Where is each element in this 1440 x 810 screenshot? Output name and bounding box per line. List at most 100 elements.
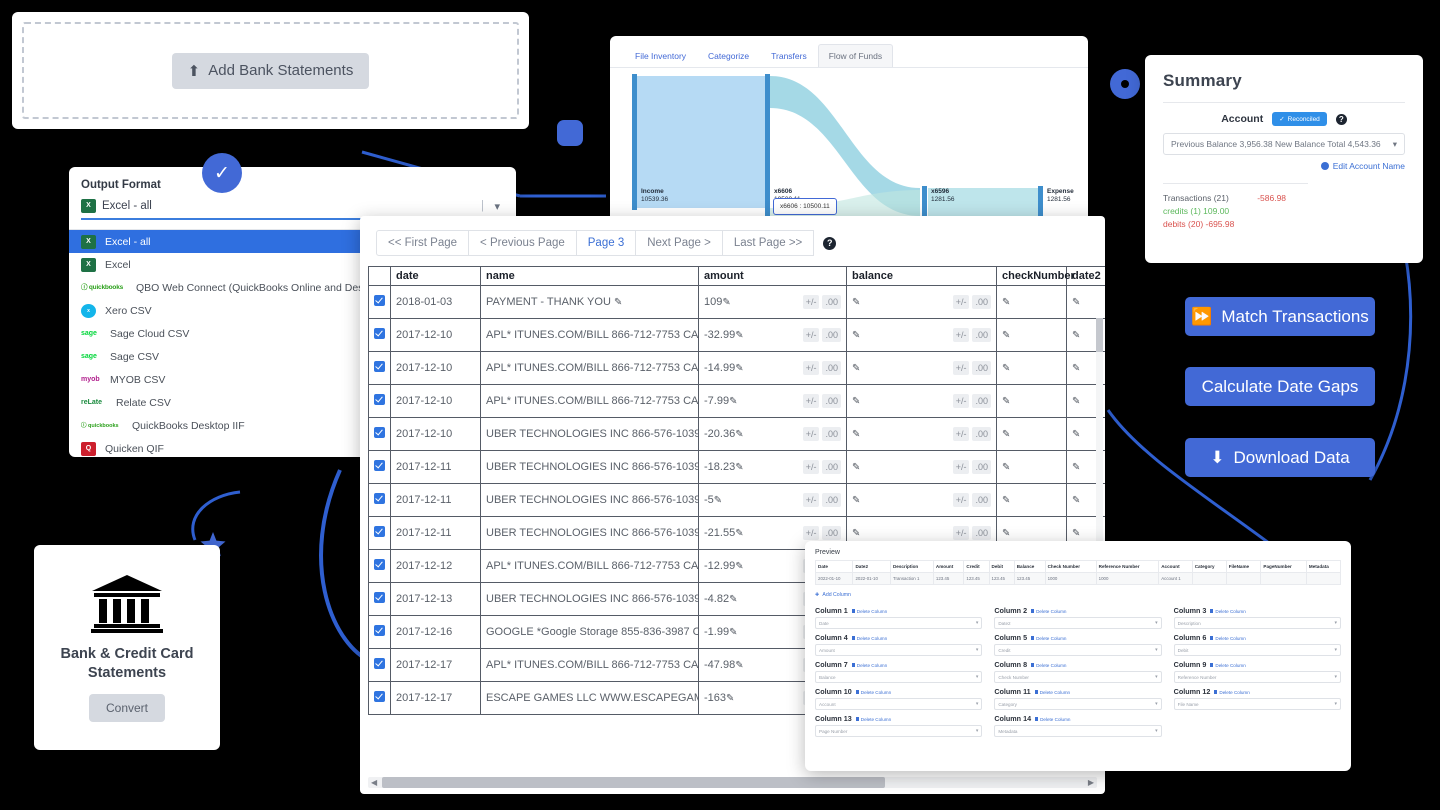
- checkbox-checked-icon[interactable]: [374, 493, 385, 504]
- decimals-button[interactable]: .00: [822, 328, 841, 342]
- edit-icon[interactable]: ✎: [1072, 528, 1080, 539]
- help-icon[interactable]: ?: [823, 236, 837, 250]
- sign-toggle-button[interactable]: +/-: [952, 526, 970, 540]
- delete-column-button[interactable]: Delete Column: [1034, 690, 1070, 695]
- row-checkbox[interactable]: [368, 384, 391, 418]
- current-page-indicator[interactable]: Page 3: [575, 230, 637, 256]
- decimals-button[interactable]: .00: [972, 493, 991, 507]
- row-checkbox[interactable]: [368, 549, 391, 583]
- delete-column-button[interactable]: Delete Column: [1210, 663, 1246, 668]
- delete-column-button[interactable]: Delete Column: [1031, 609, 1066, 614]
- edit-icon[interactable]: ✎: [735, 363, 743, 374]
- sign-toggle-button[interactable]: +/-: [952, 394, 970, 408]
- edit-icon[interactable]: ✎: [735, 528, 743, 539]
- checkbox-checked-icon[interactable]: [374, 328, 385, 339]
- edit-icon[interactable]: ✎: [726, 693, 734, 704]
- delete-column-button[interactable]: Delete Column: [851, 609, 887, 614]
- edit-icon[interactable]: ✎: [852, 429, 860, 440]
- vertical-scroll-thumb[interactable]: [1096, 318, 1103, 352]
- edit-icon[interactable]: ✎: [735, 330, 743, 341]
- delete-column-button[interactable]: Delete Column: [1031, 663, 1066, 668]
- edit-icon[interactable]: ✎: [1002, 462, 1010, 473]
- decimals-button[interactable]: .00: [822, 394, 841, 408]
- delete-column-button[interactable]: Delete Column: [1035, 717, 1070, 722]
- checkbox-checked-icon[interactable]: [374, 394, 385, 405]
- delete-column-button[interactable]: Delete Column: [1210, 609, 1246, 614]
- row-checkbox[interactable]: [368, 615, 391, 649]
- sign-toggle-button[interactable]: +/-: [952, 493, 970, 507]
- column-select[interactable]: File Name ▾: [1173, 698, 1341, 710]
- column-select[interactable]: Amount ▾: [815, 644, 983, 656]
- edit-icon[interactable]: ✎: [1072, 429, 1080, 440]
- bank-statements-card[interactable]: Bank & Credit Card Statements Convert: [34, 545, 220, 750]
- edit-icon[interactable]: ✎: [1072, 363, 1080, 374]
- column-select[interactable]: Account ▾: [815, 698, 983, 710]
- add-bank-statements-button[interactable]: ⬆ Add Bank Statements: [171, 52, 370, 89]
- horizontal-scroll-thumb[interactable]: [382, 777, 885, 788]
- checkbox-checked-icon[interactable]: [374, 658, 385, 669]
- checkbox-checked-icon[interactable]: [374, 691, 385, 702]
- checkbox-checked-icon[interactable]: [374, 295, 385, 306]
- delete-column-button[interactable]: Delete Column: [1031, 636, 1066, 641]
- pagination[interactable]: << First Page < Previous Page Page 3 Nex…: [360, 216, 1105, 266]
- column-select[interactable]: Description ▾: [1173, 617, 1341, 629]
- flow-tab-2[interactable]: Transfers: [760, 44, 818, 67]
- column-select[interactable]: Metadata ▾: [994, 725, 1162, 737]
- first-page-button[interactable]: << First Page: [376, 230, 470, 256]
- edit-icon[interactable]: ✎: [1002, 429, 1010, 440]
- edit-icon[interactable]: ✎: [735, 561, 743, 572]
- upload-dropzone[interactable]: ⬆ Add Bank Statements: [12, 12, 529, 129]
- edit-icon[interactable]: ✎: [852, 297, 860, 308]
- checkbox-checked-icon[interactable]: [374, 559, 385, 570]
- edit-icon[interactable]: ✎: [1072, 462, 1080, 473]
- row-checkbox[interactable]: [368, 318, 391, 352]
- edit-icon[interactable]: ✎: [1002, 330, 1010, 341]
- decimals-button[interactable]: .00: [822, 361, 841, 375]
- calculate-date-gaps-button[interactable]: Calculate Date Gaps: [1185, 367, 1375, 406]
- sign-toggle-button[interactable]: +/-: [952, 328, 970, 342]
- edit-icon[interactable]: ✎: [729, 627, 737, 638]
- checkbox-checked-icon[interactable]: [374, 361, 385, 372]
- flow-tab-0[interactable]: File Inventory: [624, 44, 697, 67]
- sign-toggle-button[interactable]: +/-: [802, 295, 820, 309]
- edit-icon[interactable]: ✎: [614, 297, 622, 308]
- sign-toggle-button[interactable]: +/-: [802, 394, 820, 408]
- flow-tab-3[interactable]: Flow of Funds: [817, 44, 894, 67]
- row-checkbox[interactable]: [368, 417, 391, 451]
- edit-icon[interactable]: ✎: [852, 495, 860, 506]
- last-page-button[interactable]: Last Page >>: [721, 230, 815, 256]
- decimals-button[interactable]: .00: [972, 361, 991, 375]
- sign-toggle-button[interactable]: +/-: [802, 328, 820, 342]
- add-column-button[interactable]: ✚ Add Column: [815, 592, 1341, 598]
- next-page-button[interactable]: Next Page >: [635, 230, 723, 256]
- delete-column-button[interactable]: Delete Column: [855, 690, 891, 695]
- decimals-button[interactable]: .00: [822, 526, 841, 540]
- sign-toggle-button[interactable]: +/-: [952, 361, 970, 375]
- edit-icon[interactable]: ✎: [735, 462, 743, 473]
- decimals-button[interactable]: .00: [972, 295, 991, 309]
- column-select[interactable]: Category ▾: [994, 698, 1162, 710]
- status-badge[interactable]: ✓ Reconciled: [1272, 112, 1327, 126]
- edit-icon[interactable]: ✎: [735, 660, 743, 671]
- column-select[interactable]: Debit ▾: [1173, 644, 1341, 656]
- edit-icon[interactable]: ✎: [729, 396, 737, 407]
- column-select[interactable]: Balance ▾: [815, 671, 983, 683]
- flow-tabs[interactable]: File Inventory Categorize Transfers Flow of…: [610, 36, 1088, 68]
- checkbox-checked-icon[interactable]: [374, 592, 385, 603]
- edit-icon[interactable]: ✎: [852, 330, 860, 341]
- previous-page-button[interactable]: < Previous Page: [468, 230, 577, 256]
- sign-toggle-button[interactable]: +/-: [802, 460, 820, 474]
- edit-icon[interactable]: ✎: [1072, 396, 1080, 407]
- sign-toggle-button[interactable]: +/-: [802, 427, 820, 441]
- edit-icon[interactable]: ✎: [1072, 330, 1080, 341]
- column-select[interactable]: Date2 ▾: [994, 617, 1162, 629]
- edit-icon[interactable]: ✎: [1002, 528, 1010, 539]
- download-data-button[interactable]: ⬇ Download Data: [1185, 438, 1375, 477]
- sign-toggle-button[interactable]: +/-: [802, 361, 820, 375]
- edit-icon[interactable]: ✎: [852, 363, 860, 374]
- decimals-button[interactable]: .00: [972, 526, 991, 540]
- convert-button[interactable]: Convert: [88, 694, 166, 723]
- decimals-button[interactable]: .00: [822, 460, 841, 474]
- edit-icon[interactable]: ✎: [722, 297, 730, 308]
- row-checkbox[interactable]: [368, 450, 391, 484]
